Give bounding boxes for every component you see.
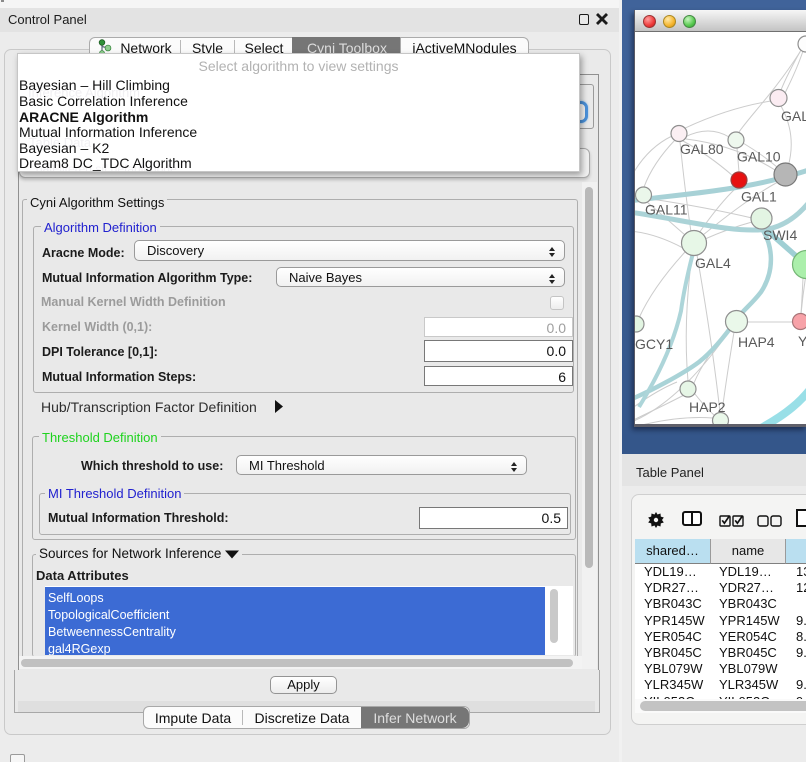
svg-text:Y: Y — [798, 333, 806, 349]
svg-text:HAP2: HAP2 — [689, 399, 726, 415]
svg-text:GCY1: GCY1 — [635, 336, 673, 352]
svg-text:GAL80: GAL80 — [680, 141, 724, 157]
svg-text:GAL1: GAL1 — [741, 189, 777, 205]
svg-text:GAL4: GAL4 — [695, 255, 731, 271]
svg-text:HAP4: HAP4 — [738, 334, 775, 350]
svg-text:GAL10: GAL10 — [737, 149, 781, 165]
svg-text:SWI4: SWI4 — [763, 227, 797, 243]
svg-text:GAL11: GAL11 — [645, 202, 688, 218]
svg-text:GAL2: GAL2 — [781, 108, 806, 124]
